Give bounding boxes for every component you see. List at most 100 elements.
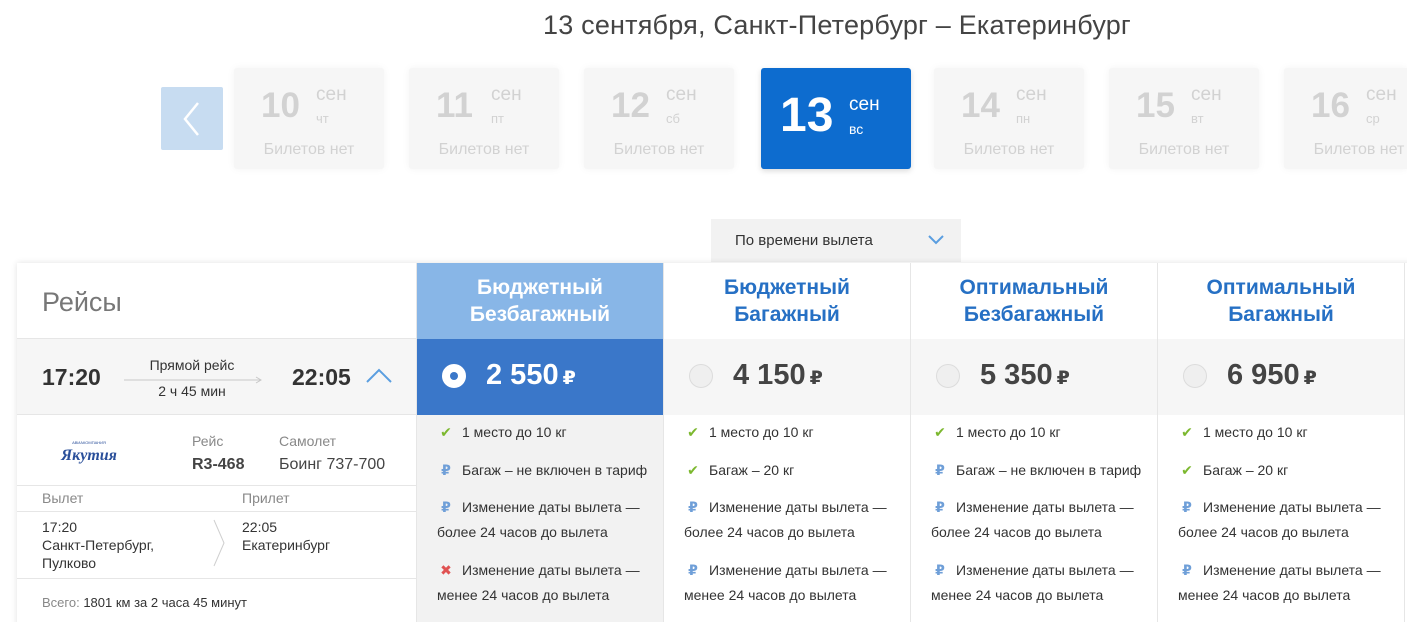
departure-header: Вылет	[42, 490, 84, 506]
tariff-title: Бюджетный Багажный	[664, 263, 910, 339]
feature-item: ₽ Изменение даты вылета — более 24 часов д…	[931, 495, 1134, 545]
chevron-right-icon	[213, 519, 225, 567]
date-weekday: сб	[666, 111, 680, 126]
ruble-icon: ₽	[1182, 499, 1192, 515]
feature-item: ₽ Изменение даты вылета — более 24 часов д…	[437, 495, 640, 545]
feature-item: ₽ Изменение даты вылета — более 24 часов д…	[1178, 495, 1381, 545]
tariff-title-line2: Безбагажный	[469, 303, 611, 326]
tariff-column: Бюджетный Безбагажный 2 550 ₽ ✔ 1 место до…	[417, 263, 664, 622]
feature-item: ₽ Изменение даты вылета — менее 24 часов д…	[1178, 558, 1381, 608]
date-card[interactable]: 11 сен пт Билетов нет	[409, 68, 559, 169]
tariff-price: 2 550 ₽	[486, 359, 576, 391]
tariff-features: ✔ 1 место до 10 кг ✔ Багаж – 20 кг ₽ Измене…	[664, 415, 910, 622]
date-day: 15	[1136, 86, 1175, 125]
feature-item: ✔ 1 место до 10 кг	[684, 420, 813, 445]
sort-select[interactable]: По времени вылета	[711, 219, 961, 262]
airline-logo: АВИАКОМПАНИЯ Якутия	[60, 440, 117, 464]
date-status: Билетов нет	[963, 141, 1055, 158]
route-header: Вылет Прилет	[17, 486, 417, 512]
date-day: 11	[436, 86, 473, 125]
ruble-icon: ₽	[1303, 368, 1317, 389]
flights-heading: Рейсы	[17, 263, 416, 339]
tariff-title-line2: Багажный	[734, 303, 840, 326]
date-weekday: пт	[491, 111, 504, 126]
ruble-icon: ₽	[441, 499, 451, 515]
route-dep-city: Санкт-Петербург,	[42, 537, 154, 553]
tariff-title-line1: Бюджетный	[477, 276, 603, 299]
date-weekday: чт	[316, 111, 329, 126]
date-month: сен	[316, 84, 347, 105]
flight-summary-row[interactable]: 17:20 Прямой рейс 2 ч 45 мин 22:05	[17, 339, 416, 415]
feature-item: ₽ Багаж – не включен в тариф	[437, 458, 647, 483]
date-card[interactable]: 16 сен ср Билетов нет	[1284, 68, 1407, 169]
ruble-icon: ₽	[935, 499, 945, 515]
tariff-price: 6 950 ₽	[1227, 359, 1317, 391]
date-card[interactable]: 14 сен пн Билетов нет	[934, 68, 1084, 169]
date-status: Билетов нет	[1138, 141, 1230, 158]
feature-item: ✔ Багаж – 20 кг	[1178, 458, 1288, 483]
flight-column: Рейсы 17:20 Прямой рейс 2 ч 45 мин 22:05…	[17, 263, 417, 622]
chevron-up-icon[interactable]	[365, 366, 393, 384]
check-icon: ✔	[440, 424, 452, 440]
date-card[interactable]: 10 сен чт Билетов нет	[234, 68, 384, 169]
tariff-features: ✔ 1 место до 10 кг ₽ Багаж – не включен в …	[911, 415, 1157, 622]
check-icon: ✔	[934, 424, 946, 440]
feature-item: ₽ Изменение даты вылета — менее 24 часов д…	[931, 558, 1134, 608]
tariff-radio[interactable]	[1183, 364, 1207, 388]
tariff-price-option[interactable]: 2 550 ₽	[417, 339, 663, 415]
tariff-price-option[interactable]: 4 150 ₽	[664, 339, 910, 415]
date-day: 16	[1311, 86, 1350, 125]
tariff-price: 5 350 ₽	[980, 359, 1070, 391]
date-day: 10	[261, 86, 300, 125]
cross-icon: ✖	[440, 562, 452, 578]
tariff-title: Бюджетный Безбагажный	[417, 263, 663, 339]
svg-text:Якутия: Якутия	[60, 447, 117, 464]
tariff-radio[interactable]	[442, 364, 466, 388]
prev-dates-button[interactable]	[161, 87, 223, 150]
date-card[interactable]: 15 сен вт Билетов нет	[1109, 68, 1259, 169]
chevron-down-icon	[928, 235, 944, 245]
ruble-icon: ₽	[1182, 562, 1192, 578]
tariff-title-line1: Оптимальный	[1206, 276, 1356, 299]
tariff-column: Оптимальный Безбагажный 5 350 ₽ ✔ 1 место …	[911, 263, 1158, 622]
trip-total: Всего: 1801 км за 2 часа 45 минут	[42, 595, 247, 610]
tariff-price-option[interactable]: 6 950 ₽	[1158, 339, 1404, 415]
check-icon: ✔	[687, 462, 699, 478]
tariff-column: Оптимальный Багажный 6 950 ₽ ✔ 1 место до …	[1158, 263, 1405, 622]
flight-number: R3-468	[192, 456, 245, 473]
date-weekday: пн	[1016, 111, 1031, 126]
tariff-title: Оптимальный Багажный	[1158, 263, 1404, 339]
tariff-features: ✔ 1 место до 10 кг ✔ Багаж – 20 кг ₽ Измене…	[1158, 415, 1404, 622]
ruble-icon: ₽	[441, 462, 451, 478]
tariff-features: ✔ 1 место до 10 кг ₽ Багаж – не включен в …	[417, 415, 663, 622]
tariff-radio[interactable]	[936, 364, 960, 388]
ruble-icon: ₽	[562, 368, 576, 389]
route-details: 17:20 Санкт-Петербург, Пулково 22:05 Ека…	[17, 512, 417, 579]
date-month: сен	[849, 94, 880, 115]
date-month: сен	[1016, 84, 1047, 105]
ruble-icon: ₽	[688, 562, 698, 578]
departure-time: 17:20	[42, 364, 101, 390]
date-status: Билетов нет	[263, 141, 355, 158]
date-card[interactable]: 12 сен сб Билетов нет	[584, 68, 734, 169]
date-month: сен	[1191, 84, 1222, 105]
date-status: Билетов нет	[1313, 141, 1405, 158]
tariff-radio[interactable]	[689, 364, 713, 388]
date-weekday: вс	[849, 121, 864, 137]
date-month: сен	[1366, 84, 1397, 105]
feature-item: ₽ Багаж – не включен в тариф	[931, 458, 1141, 483]
route-dep-airport: Пулково	[42, 555, 97, 571]
arrival-time: 22:05	[292, 364, 351, 390]
tariff-title-line1: Бюджетный	[724, 276, 850, 299]
date-day: 14	[961, 86, 1000, 125]
date-day: 12	[611, 86, 650, 125]
date-card-selected[interactable]: 13 сен вс	[761, 68, 911, 169]
tariff-price-option[interactable]: 5 350 ₽	[911, 339, 1157, 415]
ruble-icon: ₽	[809, 368, 823, 389]
aircraft-type: Боинг 737-700	[279, 456, 386, 473]
flight-duration: 2 ч 45 мин	[158, 383, 226, 399]
airline-details: АВИАКОМПАНИЯ Якутия Рейс R3-468 Самолет …	[17, 416, 417, 486]
route-arr-time: 22:05	[242, 519, 278, 535]
page: 13 сентября, Санкт-Петербург – Екатеринб…	[0, 0, 1407, 622]
flight-number-label: Рейс	[192, 433, 224, 449]
